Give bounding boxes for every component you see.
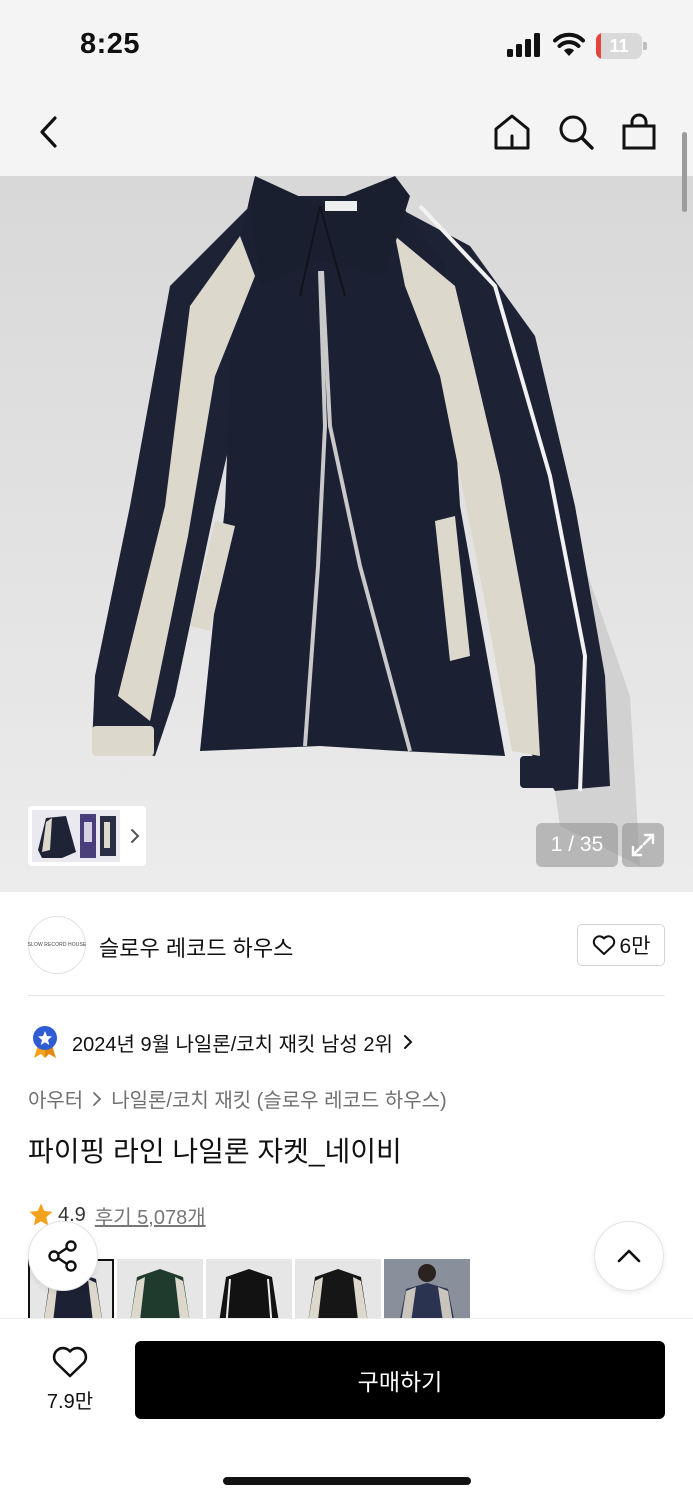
product-image-gallery[interactable] xyxy=(0,176,693,892)
status-time: 8:25 xyxy=(80,28,141,60)
buy-button[interactable]: 구매하기 xyxy=(135,1341,665,1419)
image-thumbnail-strip[interactable] xyxy=(28,806,146,866)
status-bar: 8:25 11 xyxy=(0,0,693,90)
page-scrollbar[interactable] xyxy=(682,132,687,212)
breadcrumb-category[interactable]: 아우터 xyxy=(28,1084,83,1113)
breadcrumb-subcategory[interactable]: 나일론/코치 재킷 (슬로우 레코드 하우스) xyxy=(111,1084,447,1113)
cart-button[interactable] xyxy=(615,108,663,156)
shopping-bag-icon xyxy=(622,113,656,150)
top-nav xyxy=(0,90,693,176)
back-button[interactable] xyxy=(26,108,74,156)
home-icon xyxy=(494,114,530,150)
breadcrumb: 아우터 나일론/코치 재킷 (슬로우 레코드 하우스) xyxy=(28,1084,447,1113)
chevron-right-icon xyxy=(131,829,140,843)
share-button[interactable] xyxy=(28,1221,98,1291)
chevron-up-icon xyxy=(617,1249,641,1263)
heart-icon xyxy=(52,1346,88,1378)
scroll-to-top-button[interactable] xyxy=(594,1221,664,1291)
brand-logo-text: SLOW RECORD HOUSE xyxy=(27,942,87,948)
chevron-right-icon xyxy=(93,1091,102,1106)
battery-level: 11 xyxy=(609,36,629,56)
home-button[interactable] xyxy=(488,108,536,156)
ranking-text: 2024년 9월 나일론/코치 재킷 남성 2위 xyxy=(72,1033,393,1056)
image-counter: 1 / 35 xyxy=(536,823,618,867)
home-indicator xyxy=(223,1477,471,1485)
product-jacket-image xyxy=(92,176,640,866)
divider xyxy=(28,995,665,996)
brand-like-button[interactable]: 6만 xyxy=(577,924,665,966)
ranking-badge-icon xyxy=(33,1026,57,1058)
color-option-model[interactable] xyxy=(384,1259,470,1319)
brand-name[interactable]: 슬로우 레코드 하우스 xyxy=(99,931,293,963)
brand-like-count: 6만 xyxy=(619,935,651,958)
heart-icon xyxy=(592,935,615,955)
search-button[interactable] xyxy=(552,108,600,156)
share-icon xyxy=(48,1240,77,1272)
back-chevron-icon xyxy=(40,116,57,148)
search-icon xyxy=(559,115,594,150)
wishlist-button[interactable]: 7.9만 xyxy=(30,1345,110,1415)
color-options xyxy=(28,1259,488,1319)
expand-icon xyxy=(631,833,655,857)
ranking-link[interactable]: 2024년 9월 나일론/코치 재킷 남성 2위 xyxy=(30,1024,415,1060)
color-option-black[interactable] xyxy=(206,1259,292,1319)
color-option-green[interactable] xyxy=(117,1259,203,1319)
cellular-signal-icon xyxy=(507,33,540,57)
review-count-link[interactable]: 후기 5,078개 xyxy=(95,1201,206,1230)
expand-image-button[interactable] xyxy=(622,823,664,867)
product-title: 파이핑 라인 나일론 자켓_네이비 xyxy=(28,1136,402,1167)
color-option-black-cream[interactable] xyxy=(295,1259,381,1319)
brand-logo[interactable]: SLOW RECORD HOUSE xyxy=(28,916,86,974)
bottom-purchase-bar: 7.9만 구매하기 xyxy=(0,1318,693,1500)
chevron-right-icon xyxy=(403,1035,413,1049)
wishlist-count: 7.9만 xyxy=(46,1391,94,1413)
wifi-icon xyxy=(553,32,585,56)
battery-icon: 11 xyxy=(596,33,648,59)
thumbnail-image[interactable] xyxy=(32,810,120,862)
